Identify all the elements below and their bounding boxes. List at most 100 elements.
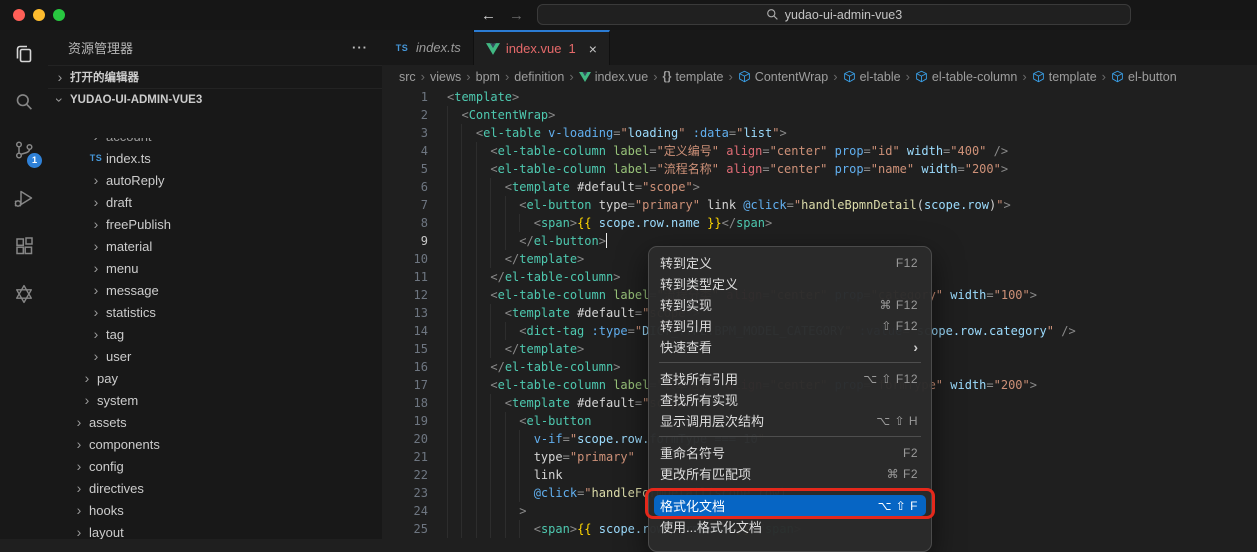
menu-item-查找所有引用[interactable]: 查找所有引用⌥ ⇧ F12 bbox=[649, 368, 931, 389]
indent-guide bbox=[447, 520, 448, 538]
line-number: 17 bbox=[382, 376, 428, 394]
close-icon[interactable]: × bbox=[589, 41, 597, 57]
token: width bbox=[950, 288, 986, 302]
tree-item-system[interactable]: ›system bbox=[48, 389, 382, 411]
token: "primary" bbox=[570, 450, 635, 464]
breadcrumb-item-ContentWrap[interactable]: ContentWrap bbox=[738, 70, 828, 84]
menu-item-转到实现[interactable]: 转到实现⌘ F12 bbox=[649, 294, 931, 315]
menu-item-显示调用层次结构[interactable]: 显示调用层次结构⌥ ⇧ H bbox=[649, 410, 931, 431]
tree-item-assets[interactable]: ›assets bbox=[48, 411, 382, 433]
tree-item-user[interactable]: ›user bbox=[48, 345, 382, 367]
indent-guide bbox=[476, 484, 477, 502]
code-line-1[interactable]: 1<template> bbox=[382, 88, 1257, 106]
breadcrumb-item-el-button[interactable]: el-button bbox=[1111, 70, 1177, 84]
menu-item-使用...格式化文档[interactable]: 使用...格式化文档 bbox=[649, 516, 931, 537]
tree-item-index.ts[interactable]: TSindex.ts bbox=[48, 147, 382, 169]
tree-item-layout[interactable]: ›layout bbox=[48, 521, 382, 539]
tree-item-statistics[interactable]: ›statistics bbox=[48, 301, 382, 323]
line-number: 4 bbox=[382, 142, 428, 160]
token: "center" bbox=[770, 162, 828, 176]
breadcrumb-separator: › bbox=[421, 69, 425, 84]
menu-item-转到类型定义[interactable]: 转到类型定义 bbox=[649, 273, 931, 294]
tree-item-directives[interactable]: ›directives bbox=[48, 477, 382, 499]
menu-item-快速查看[interactable]: 快速查看› bbox=[649, 336, 931, 357]
line-number: 24 bbox=[382, 502, 428, 520]
tree-item-label: account bbox=[106, 138, 152, 144]
indent-guide bbox=[461, 268, 462, 286]
breadcrumb-item-src[interactable]: src bbox=[399, 70, 416, 84]
breadcrumb-item-views[interactable]: views bbox=[430, 70, 461, 84]
breadcrumb-item-index.vue[interactable]: index.vue bbox=[579, 70, 649, 84]
code-line-6[interactable]: 6 <template #default="scope"> bbox=[382, 178, 1257, 196]
tree-item-tag[interactable]: ›tag bbox=[48, 323, 382, 345]
close-window-button[interactable] bbox=[13, 9, 25, 21]
indent-guide bbox=[461, 520, 462, 538]
tree-item-material[interactable]: ›material bbox=[48, 235, 382, 257]
code-line-7[interactable]: 7 <el-button type="primary" link @click=… bbox=[382, 196, 1257, 214]
tree-item-pay[interactable]: ›pay bbox=[48, 367, 382, 389]
breadcrumb-item-definition[interactable]: definition bbox=[514, 70, 564, 84]
tree-item-draft[interactable]: ›draft bbox=[48, 191, 382, 213]
minimize-window-button[interactable] bbox=[33, 9, 45, 21]
token: link bbox=[707, 198, 736, 212]
token: " bbox=[1047, 324, 1054, 338]
section-project-root[interactable]: › YUDAO-UI-ADMIN-VUE3 bbox=[48, 88, 382, 111]
code-text: <template> bbox=[447, 88, 519, 106]
line-number: 22 bbox=[382, 466, 428, 484]
breadcrumb-item-bpm[interactable]: bpm bbox=[476, 70, 500, 84]
menu-item-格式化文档[interactable]: 格式化文档⌥ ⇧ F bbox=[654, 495, 926, 516]
explorer-icon[interactable] bbox=[0, 30, 48, 78]
section-open-editors[interactable]: › 打开的编辑器 bbox=[48, 65, 382, 88]
source-control-icon[interactable]: 1 bbox=[0, 126, 48, 174]
tree-item-label: message bbox=[106, 283, 159, 298]
tree-item-menu[interactable]: ›menu bbox=[48, 257, 382, 279]
run-and-debug-icon[interactable] bbox=[0, 174, 48, 222]
tree-item-config[interactable]: ›config bbox=[48, 455, 382, 477]
code-line-5[interactable]: 5 <el-table-column label="流程名称" align="c… bbox=[382, 160, 1257, 178]
tree-item-components[interactable]: ›components bbox=[48, 433, 382, 455]
breadcrumb-label: bpm bbox=[476, 70, 500, 84]
more-actions-icon[interactable]: ··· bbox=[352, 40, 368, 55]
breadcrumb-item-el-table-column[interactable]: el-table-column bbox=[915, 70, 1017, 84]
token: > bbox=[1001, 162, 1008, 176]
menu-item-转到定义[interactable]: 转到定义F12 bbox=[649, 252, 931, 273]
menu-item-更改所有匹配项[interactable]: 更改所有匹配项⌘ F2 bbox=[649, 463, 931, 484]
indent-guide bbox=[461, 412, 462, 430]
section-label: 打开的编辑器 bbox=[70, 69, 139, 85]
token bbox=[447, 198, 519, 212]
openai-extension-icon[interactable] bbox=[0, 270, 48, 318]
code-line-3[interactable]: 3 <el-table v-loading="loading" :data="l… bbox=[382, 124, 1257, 142]
breadcrumb-item-el-table[interactable]: el-table bbox=[843, 70, 901, 84]
forward-arrow-icon[interactable]: → bbox=[509, 7, 524, 24]
indent-guide bbox=[461, 304, 462, 322]
code-line-4[interactable]: 4 <el-table-column label="定义编号" align="c… bbox=[382, 142, 1257, 160]
menu-item-重命名符号[interactable]: 重命名符号F2 bbox=[649, 442, 931, 463]
menu-item-查找所有实现[interactable]: 查找所有实现 bbox=[649, 389, 931, 410]
tree-item-autoReply[interactable]: ›autoReply bbox=[48, 169, 382, 191]
tab-index-vue[interactable]: index.vue 1 × bbox=[474, 30, 610, 65]
code-text: <span>{{ scope.row.name }}</span> bbox=[447, 214, 772, 232]
menu-item-label: 转到类型定义 bbox=[660, 274, 918, 293]
command-center[interactable]: yudao-ui-admin-vue3 bbox=[537, 4, 1131, 25]
code-text: </el-button> bbox=[447, 232, 607, 250]
code-line-2[interactable]: 2 <ContentWrap> bbox=[382, 106, 1257, 124]
back-arrow-icon[interactable]: ← bbox=[481, 7, 496, 24]
tab-index-ts[interactable]: TS index.ts bbox=[382, 30, 474, 65]
breadcrumb-item-template[interactable]: template bbox=[1032, 70, 1097, 84]
token: v-loading bbox=[548, 126, 613, 140]
search-sidebar-icon[interactable] bbox=[0, 78, 48, 126]
zoom-window-button[interactable] bbox=[53, 9, 65, 21]
breadcrumb-item-template[interactable]: {}template bbox=[663, 70, 724, 84]
code-line-8[interactable]: 8 <span>{{ scope.row.name }}</span> bbox=[382, 214, 1257, 232]
tree-item-hooks[interactable]: ›hooks bbox=[48, 499, 382, 521]
tree-item-freePublish[interactable]: ›freePublish bbox=[48, 213, 382, 235]
tree-item-label: statistics bbox=[106, 305, 156, 320]
token: v-if bbox=[534, 432, 563, 446]
braces-icon: {} bbox=[663, 71, 672, 83]
menu-item-转到引用[interactable]: 转到引用⇧ F12 bbox=[649, 315, 931, 336]
tree-item-message[interactable]: ›message bbox=[48, 279, 382, 301]
extensions-icon[interactable] bbox=[0, 222, 48, 270]
token: < bbox=[505, 396, 512, 410]
tree-item-account[interactable]: ›account bbox=[48, 138, 382, 147]
token: {{ bbox=[577, 216, 591, 230]
